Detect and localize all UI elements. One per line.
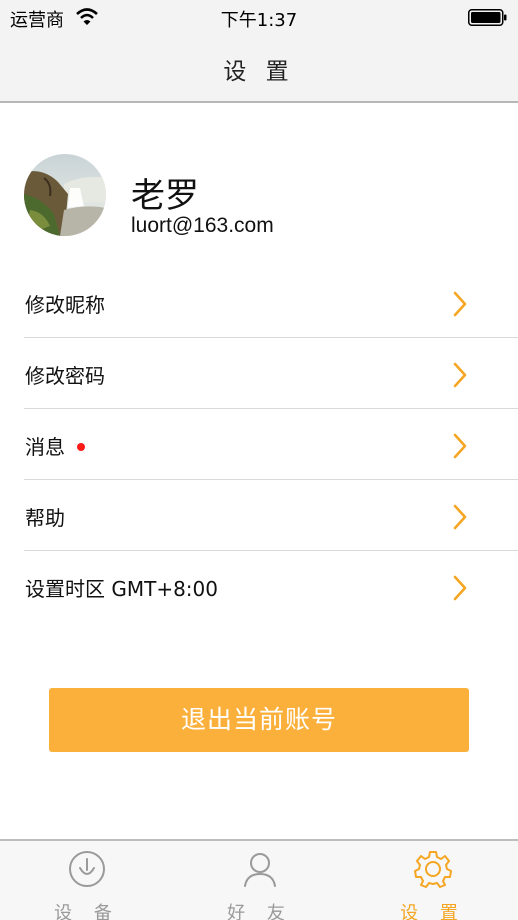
menu-item-change-password[interactable]: 修改密码 <box>24 338 518 409</box>
tab-device[interactable]: 设 备 <box>27 841 147 920</box>
menu-item-messages[interactable]: 消息 <box>24 409 518 480</box>
tab-bar: 设 备 好 友 设 置 <box>0 839 518 920</box>
tab-label: 好 友 <box>227 903 293 920</box>
tab-friends[interactable]: 好 友 <box>200 841 320 920</box>
top-bar: 运营商 下午1:37 设 置 <box>0 0 518 103</box>
profile-name: 老罗 <box>131 176 199 216</box>
menu-item-label: 消息 <box>25 435 65 459</box>
person-icon <box>244 853 276 887</box>
gear-icon <box>414 851 452 888</box>
settings-menu: 修改昵称 修改密码 消息 帮助 设置时区 GMT+8:00 <box>24 267 518 622</box>
menu-item-label: 设置时区 GMT+8:00 <box>25 577 218 601</box>
status-bar: 运营商 下午1:37 <box>0 0 518 34</box>
menu-item-label: 修改昵称 <box>25 293 105 317</box>
avatar[interactable] <box>24 154 106 236</box>
profile-email: luort@163.com <box>131 214 274 237</box>
menu-item-label: 修改密码 <box>25 364 105 388</box>
menu-item-change-nickname[interactable]: 修改昵称 <box>24 267 518 338</box>
avatar-landscape-image <box>24 154 106 236</box>
unread-badge <box>77 442 85 451</box>
chevron-right-icon <box>453 433 467 459</box>
menu-item-help[interactable]: 帮助 <box>24 480 518 551</box>
tab-settings[interactable]: 设 置 <box>373 841 493 920</box>
menu-item-label: 帮助 <box>25 506 65 530</box>
chevron-right-icon <box>453 362 467 388</box>
page-title: 设 置 <box>223 59 295 85</box>
chevron-right-icon <box>453 291 467 317</box>
chevron-right-icon <box>453 504 467 530</box>
logout-button[interactable]: 退出当前账号 <box>49 688 469 752</box>
chevron-right-icon <box>453 575 467 601</box>
tab-label: 设 备 <box>54 903 120 920</box>
tab-label: 设 置 <box>400 903 466 920</box>
menu-item-timezone[interactable]: 设置时区 GMT+8:00 <box>24 551 518 622</box>
status-time: 下午1:37 <box>220 10 298 31</box>
battery-icon <box>468 9 507 26</box>
device-icon <box>69 851 105 887</box>
